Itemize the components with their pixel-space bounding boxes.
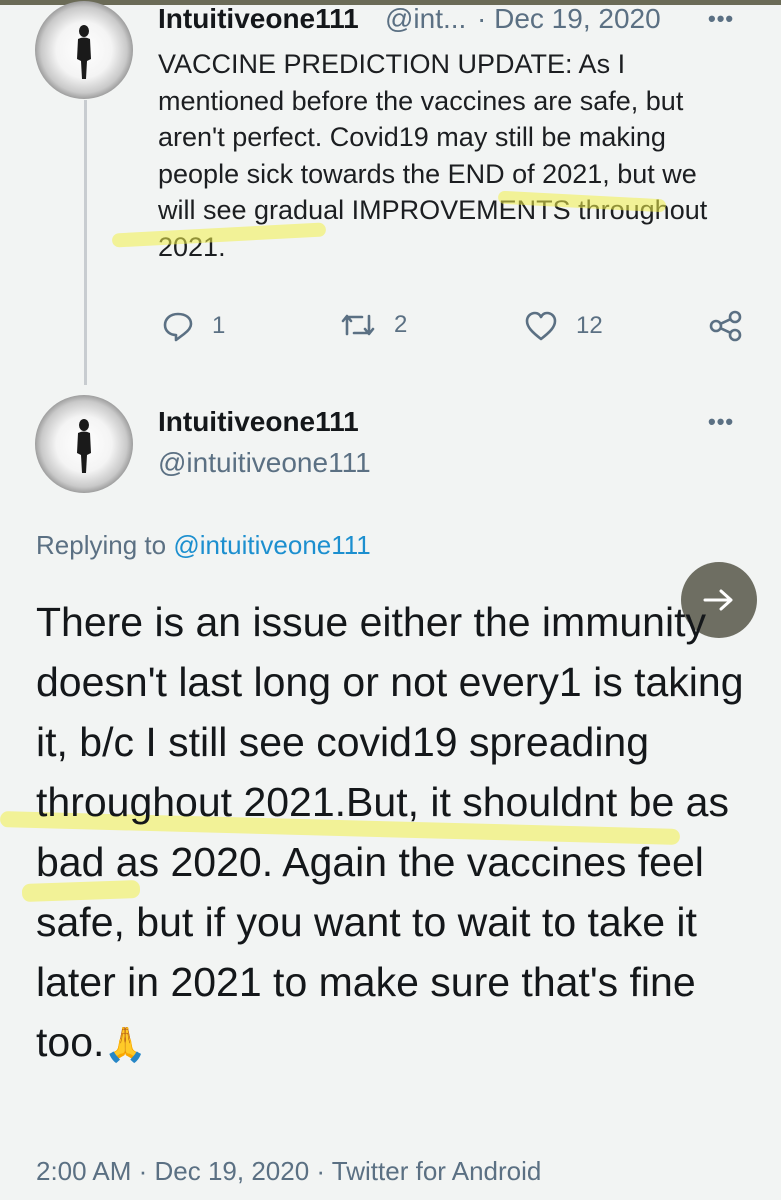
retweet-action[interactable]: 2 bbox=[340, 310, 407, 340]
tweet2-display-name[interactable]: Intuitiveone111 bbox=[158, 406, 359, 438]
reply-icon bbox=[163, 312, 193, 342]
tweet2-text: There is an issue either the immunity do… bbox=[36, 592, 756, 1075]
like-count: 12 bbox=[576, 312, 603, 339]
tweet2-more-button[interactable]: ••• bbox=[708, 409, 734, 435]
tweet1-more-button[interactable]: ••• bbox=[708, 6, 734, 32]
tweet1-date[interactable]: · Dec 19, 2020 bbox=[477, 3, 661, 35]
replying-handle-link[interactable]: @intuitiveone111 bbox=[173, 530, 370, 560]
avatar[interactable] bbox=[35, 395, 133, 493]
replying-prefix: Replying to bbox=[36, 530, 174, 560]
reply-action[interactable]: 1 bbox=[162, 310, 225, 342]
avatar[interactable] bbox=[35, 1, 133, 99]
tweet2-body: There is an issue either the immunity do… bbox=[36, 599, 744, 1065]
person-silhouette-icon bbox=[77, 419, 91, 473]
like-action[interactable]: 12 bbox=[524, 310, 603, 342]
tweet1-display-name[interactable]: Intuitiveone111 bbox=[158, 3, 359, 35]
tweet2-timestamp: 2:00 AM · Dec 19, 2020 · Twitter for And… bbox=[36, 1156, 542, 1186]
person-silhouette-icon bbox=[77, 25, 91, 79]
tweet2-handle[interactable]: @intuitiveone111 bbox=[158, 447, 371, 479]
tweet1-handle[interactable]: @int... bbox=[385, 3, 466, 35]
share-icon bbox=[709, 310, 742, 342]
thread-connector bbox=[84, 100, 87, 385]
replying-to: Replying to @intuitiveone111 bbox=[36, 530, 371, 561]
heart-icon bbox=[525, 311, 557, 341]
folded-hands-emoji: 🙏 bbox=[104, 1026, 147, 1064]
reply-count: 1 bbox=[212, 312, 226, 339]
retweet-icon bbox=[341, 314, 375, 336]
retweet-count: 2 bbox=[394, 311, 408, 338]
share-action[interactable] bbox=[708, 310, 762, 342]
